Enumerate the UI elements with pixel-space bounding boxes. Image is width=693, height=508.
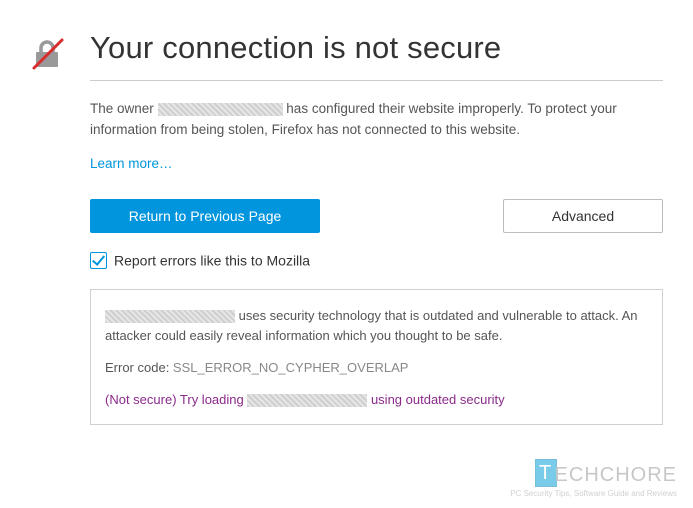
not-secure-prefix: (Not secure)	[105, 392, 180, 407]
desc-part1: The owner	[90, 101, 158, 116]
watermark-tagline: PC Security Tips, Software Guide and Rev…	[510, 489, 677, 498]
error-code-value: SSL_ERROR_NO_CYPHER_OVERLAP	[173, 360, 409, 375]
return-button[interactable]: Return to Previous Page	[90, 199, 320, 233]
detail-message: uses security technology that is outdate…	[105, 306, 648, 346]
advanced-button[interactable]: Advanced	[503, 199, 663, 233]
page-title: Your connection is not secure	[90, 30, 663, 66]
watermark-t: T	[535, 459, 557, 487]
try-loading-link[interactable]: Try loading using outdated security	[180, 392, 505, 407]
watermark-brand: TECHCHORE	[510, 459, 677, 487]
error-code-label: Error code:	[105, 360, 173, 375]
watermark: TECHCHORE PC Security Tips, Software Gui…	[510, 459, 677, 498]
insecure-lock-icon	[30, 36, 66, 72]
report-checkbox[interactable]	[90, 252, 107, 269]
warning-description: The owner has configured their website i…	[90, 99, 663, 141]
try-loading-line: (Not secure) Try loading using outdated …	[105, 390, 648, 410]
divider	[90, 80, 663, 81]
watermark-rest: ECHCHORE	[555, 464, 677, 486]
learn-more-link[interactable]: Learn more…	[90, 156, 173, 171]
redacted-domain	[158, 103, 283, 116]
error-code-line: Error code: SSL_ERROR_NO_CYPHER_OVERLAP	[105, 358, 648, 378]
try-mid: Try loading	[180, 392, 247, 407]
try-suffix: using outdated security	[367, 392, 504, 407]
report-label: Report errors like this to Mozilla	[114, 252, 310, 268]
advanced-details-box: uses security technology that is outdate…	[90, 289, 663, 426]
redacted-domain-detail	[105, 310, 235, 323]
redacted-domain-link	[247, 394, 367, 407]
